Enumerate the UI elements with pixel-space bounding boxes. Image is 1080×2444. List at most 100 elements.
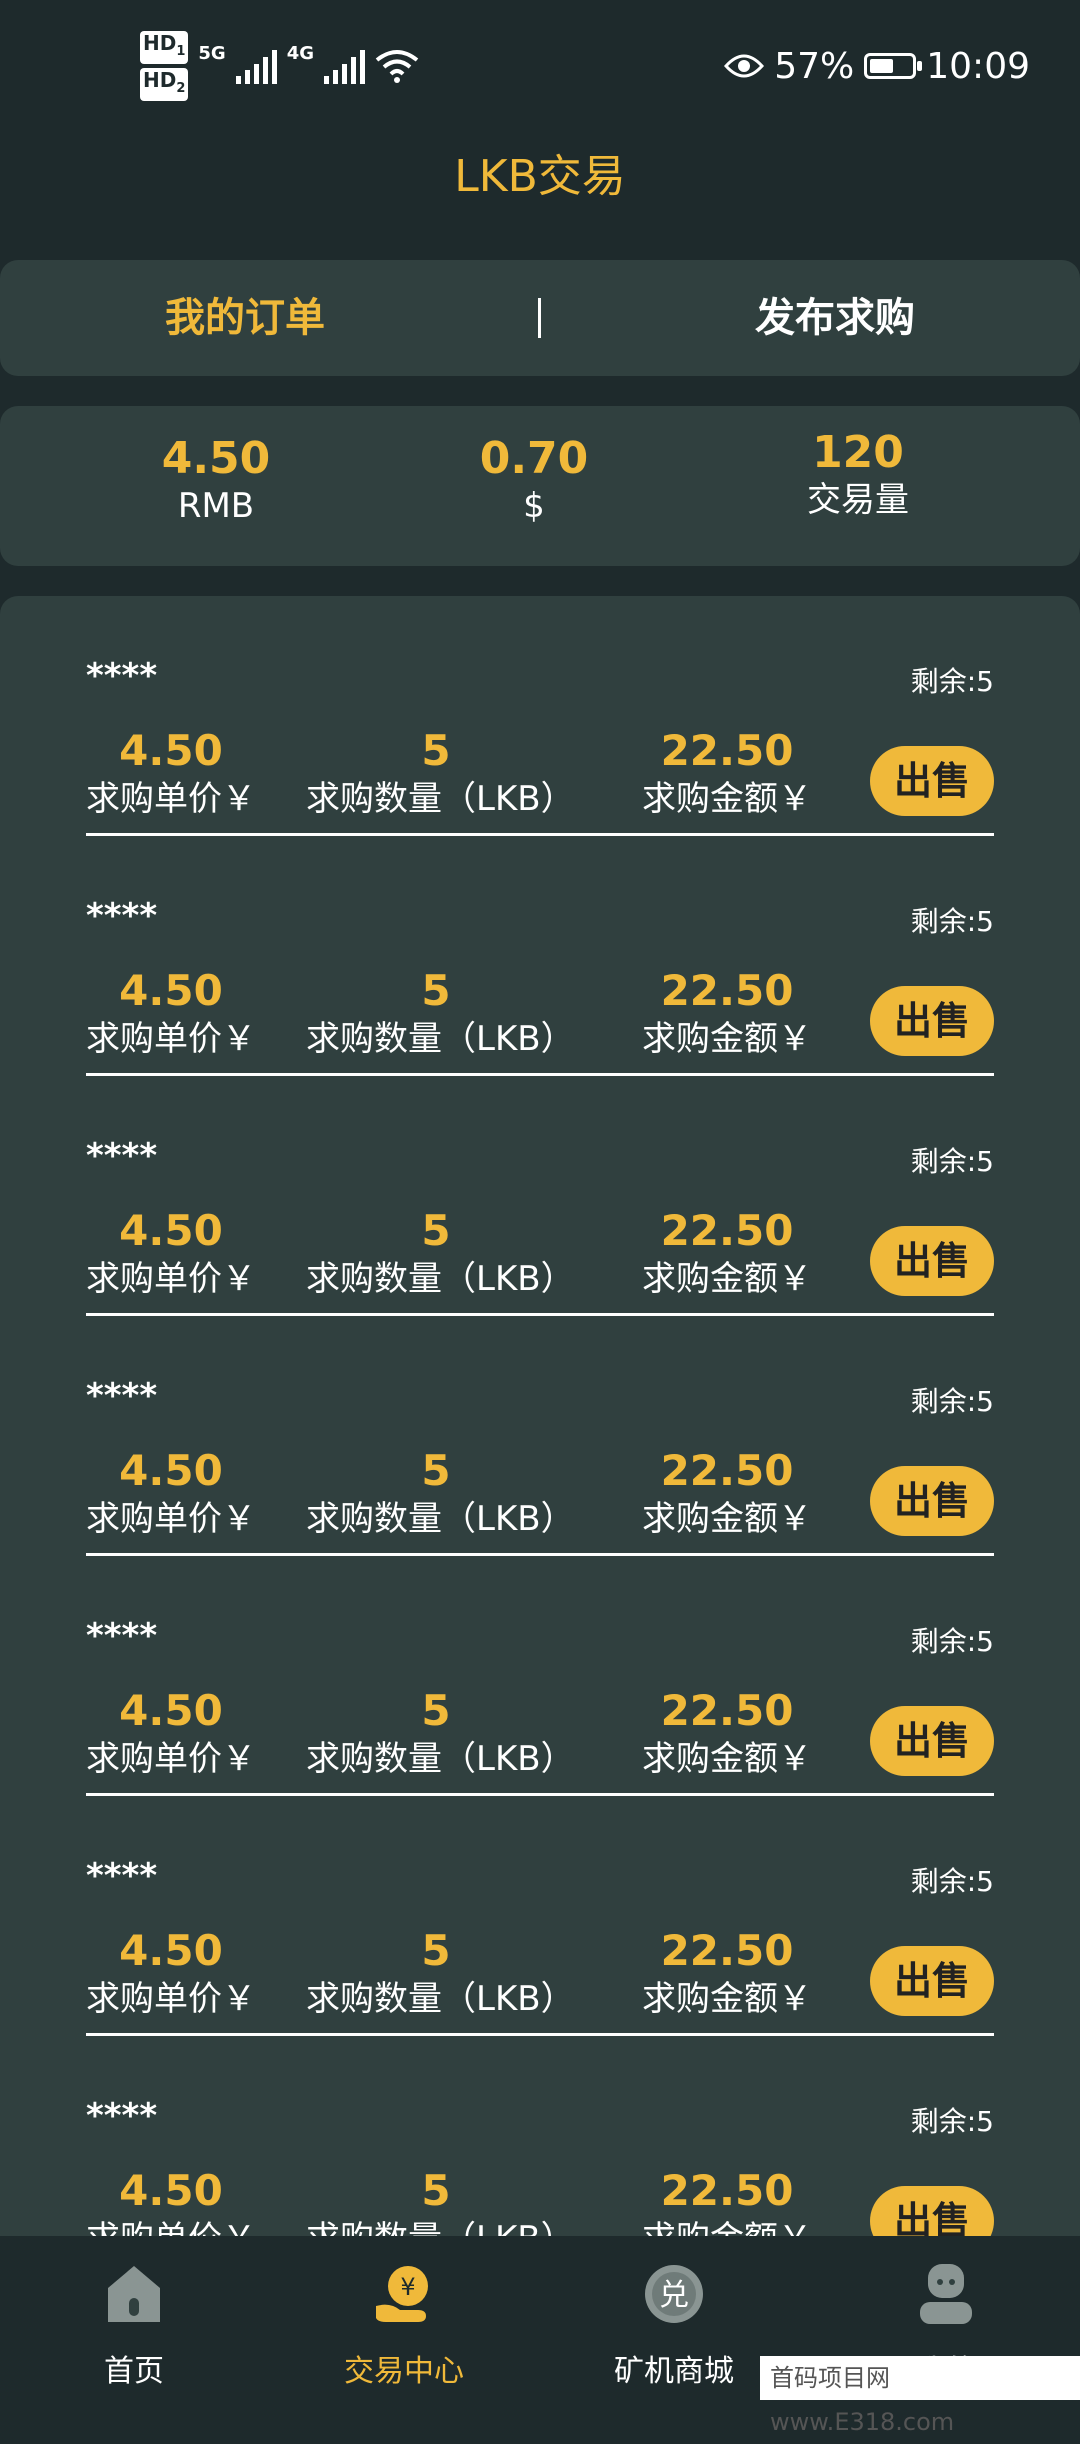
nav-label: 交易中心: [344, 2354, 464, 2389]
sim2-hd-badge: HD2: [140, 68, 189, 101]
order-price-label: 求购单价￥: [86, 1499, 256, 1539]
order-price: 4.50: [119, 2166, 223, 2215]
order-user: ****: [86, 1136, 158, 1176]
order-user: ****: [86, 2096, 158, 2136]
order-quantity-label: 求购数量（LKB）: [306, 2216, 575, 2236]
order-price-label: 求购单价￥: [86, 1979, 256, 2019]
order-amount-label: 求购金额￥: [642, 1739, 812, 1779]
sell-button[interactable]: 出售: [870, 2186, 994, 2236]
order-user: ****: [86, 896, 158, 936]
list-item: **** 剩余:5 4.50求购单价￥ 5求购数量（LKB） 22.50求购金额…: [86, 2036, 994, 2236]
order-price-label: 求购单价￥: [86, 1019, 256, 1059]
order-price-label: 求购单价￥: [86, 1259, 256, 1299]
wifi-icon: [375, 50, 419, 83]
signal-indicators: HD1 HD2 5G 4G: [140, 31, 419, 101]
order-amount: 22.50: [660, 966, 794, 1015]
sell-button[interactable]: 出售: [870, 746, 994, 816]
order-quantity-label: 求购数量（LKB）: [306, 1019, 575, 1059]
order-user: ****: [86, 1856, 158, 1896]
order-quantity-label: 求购数量（LKB）: [306, 779, 575, 819]
list-item: **** 剩余:5 4.50求购单价￥ 5求购数量（LKB） 22.50求购金额…: [86, 1796, 994, 2036]
price-stats-panel: 4.50 RMB 0.70 $ 120 交易量: [0, 406, 1080, 566]
order-price-label: 求购单价￥: [86, 1739, 256, 1779]
order-amount: 22.50: [660, 2166, 794, 2215]
order-amount: 22.50: [660, 1926, 794, 1975]
sell-button[interactable]: 出售: [870, 1226, 994, 1296]
page-title: LKB交易: [454, 151, 626, 202]
nav-label: 矿机商城: [614, 2354, 734, 2389]
order-remaining: 剩余:5: [910, 1625, 994, 1658]
order-amount: 22.50: [660, 1446, 794, 1495]
exchange-icon: 兑: [645, 2265, 703, 2323]
order-price: 4.50: [119, 1206, 223, 1255]
order-amount: 22.50: [660, 726, 794, 775]
network-5g-label: 5G: [198, 42, 226, 64]
sell-button[interactable]: 出售: [870, 986, 994, 1056]
sell-button[interactable]: 出售: [870, 1466, 994, 1536]
order-price: 4.50: [119, 726, 223, 775]
battery-icon: [864, 53, 923, 79]
order-user: ****: [86, 1376, 158, 1416]
status-bar: HD1 HD2 5G 4G 57% 10:09: [0, 0, 1080, 130]
stat-value: 120: [812, 427, 904, 478]
tab-my-orders[interactable]: 我的订单: [40, 260, 450, 376]
clock: 10:09: [926, 45, 1030, 87]
order-quantity: 5: [421, 726, 451, 775]
order-amount: 22.50: [660, 1206, 794, 1255]
trade-center-icon: ¥: [376, 2266, 428, 2322]
order-price-label: 求购单价￥: [86, 2216, 256, 2236]
nav-label: 首页: [104, 2354, 164, 2389]
eye-icon: [724, 54, 765, 78]
stat-value: 4.50: [161, 433, 271, 484]
list-item: **** 剩余:5 4.50求购单价￥ 5求购数量（LKB） 22.50求购金额…: [86, 596, 994, 836]
order-amount: 22.50: [660, 1686, 794, 1735]
home-icon: [108, 2266, 160, 2322]
order-amount-label: 求购金额￥: [642, 1979, 812, 2019]
order-remaining: 剩余:5: [910, 1865, 994, 1898]
network-4g-label: 4G: [286, 42, 315, 64]
status-right: 57% 10:09: [724, 40, 1030, 92]
svg-text:¥: ¥: [400, 2273, 415, 2301]
order-amount-label: 求购金额￥: [632, 2216, 822, 2236]
order-user: ****: [86, 1616, 158, 1656]
order-remaining: 剩余:5: [910, 1385, 994, 1418]
svg-text:兑: 兑: [659, 2278, 689, 2313]
profile-icon: [920, 2264, 972, 2324]
stat-label: $: [523, 486, 545, 526]
watermark: 首码项目网 www.E318.com: [760, 2356, 1080, 2436]
order-quantity: 5: [421, 1686, 451, 1735]
order-quantity-label: 求购数量（LKB）: [306, 1739, 575, 1779]
nav-miner-mall[interactable]: 兑 矿机商城: [574, 2236, 774, 2400]
sell-button[interactable]: 出售: [870, 1946, 994, 2016]
order-price: 4.50: [119, 1446, 223, 1495]
sell-button[interactable]: 出售: [870, 1706, 994, 1776]
order-amount-label: 求购金额￥: [642, 1499, 812, 1539]
order-user: ****: [86, 656, 158, 696]
signal-bars-icon: [235, 48, 277, 84]
order-remaining: 剩余:5: [910, 2105, 994, 2138]
order-amount-label: 求购金额￥: [642, 1259, 812, 1299]
sim1-hd-badge: HD1: [140, 31, 189, 64]
nav-trade-center[interactable]: ¥ 交易中心: [304, 2236, 504, 2400]
order-remaining: 剩余:5: [910, 665, 994, 698]
buy-order-list[interactable]: **** 剩余:5 4.50 求购单价￥ 5 求购数量（LKB） 22.50 求购金额…: [0, 596, 1080, 2236]
list-item: **** 剩余:5 4.50求购单价￥ 5求购数量（LKB） 22.50求购金额…: [86, 836, 994, 1076]
order-quantity: 5: [421, 2166, 451, 2215]
stat-label: RMB: [177, 486, 255, 526]
order-remaining: 剩余:5: [910, 1145, 994, 1178]
order-amount-label: 求购金额￥: [642, 779, 812, 819]
bottom-nav: 首页 ¥ 交易中心 兑 矿机商城 我的 首码项目网 www.E318.com: [0, 2236, 1080, 2436]
stat-volume: 120 交易量: [708, 428, 1008, 522]
tab-publish-buy[interactable]: 发布求购: [630, 260, 1040, 376]
order-price: 4.50: [119, 1686, 223, 1735]
nav-home[interactable]: 首页: [34, 2236, 234, 2400]
list-item: **** 剩余:5 4.50求购单价￥ 5求购数量（LKB） 22.50求购金额…: [86, 1316, 994, 1556]
stat-usd-price: 0.70 $: [384, 434, 684, 528]
order-quantity: 5: [421, 1926, 451, 1975]
order-price-label: 求购单价￥: [86, 779, 256, 819]
order-amount-label: 求购金额￥: [642, 1019, 812, 1059]
order-quantity-label: 求购数量（LKB）: [306, 1979, 575, 2019]
order-price: 4.50: [119, 1926, 223, 1975]
order-quantity-label: 求购数量（LKB）: [306, 1259, 575, 1299]
order-price: 4.50: [119, 966, 223, 1015]
